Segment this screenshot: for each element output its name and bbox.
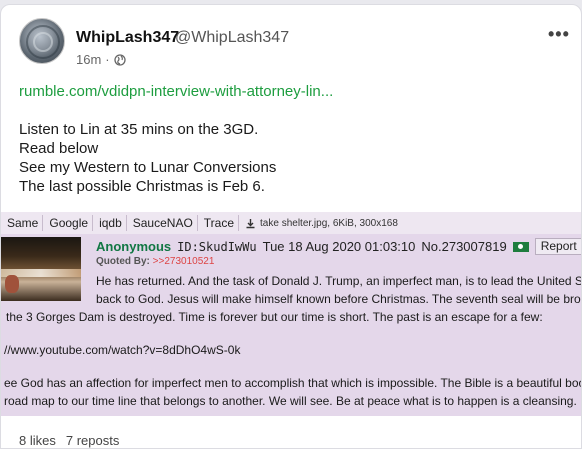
likes-count[interactable]: 8 likes bbox=[19, 433, 56, 448]
post-line: Read below bbox=[19, 140, 99, 157]
flag-icon bbox=[512, 241, 529, 252]
post-body: Listen to Lin at 35 mins on the 3GD. Rea… bbox=[19, 120, 276, 196]
quoted-by: Quoted By: >>273010521 bbox=[96, 256, 214, 267]
meta-separator: · bbox=[105, 52, 110, 67]
post-number: No.273007819 bbox=[421, 239, 507, 254]
embedded-line: //www.youtube.com/watch?v=8dDhO4wS-0k bbox=[4, 343, 241, 357]
toolbar-item-saucenao: SauceNAO bbox=[129, 215, 198, 231]
embedded-line: the 3 Gorges Dam is destroyed. Time is f… bbox=[6, 310, 543, 324]
embedded-screenshot[interactable]: Same Google iqdb SauceNAO Trace take she… bbox=[1, 212, 582, 416]
report-button: Report bbox=[534, 238, 581, 255]
post-line: Listen to Lin at 35 mins on the 3GD. bbox=[19, 121, 259, 138]
image-toolbar: Same Google iqdb SauceNAO Trace take she… bbox=[1, 212, 581, 234]
thumbnail-figure bbox=[5, 275, 19, 293]
toolbar-item-same: Same bbox=[3, 215, 44, 231]
toolbar-item-google: Google bbox=[45, 215, 94, 231]
poster-id: ID:SkudIwWu bbox=[177, 239, 257, 254]
embedded-line: road map to our time line that belongs t… bbox=[4, 394, 577, 408]
post-stats: 8 likes 7 reposts bbox=[19, 433, 119, 448]
avatar-ring-inner bbox=[33, 32, 53, 52]
toolbar-item-iqdb: iqdb bbox=[95, 215, 127, 231]
more-options-button[interactable]: ••• bbox=[548, 25, 570, 43]
embedded-line: He has returned. And the task of Donald … bbox=[96, 274, 582, 288]
file-info-text: take shelter.jpg, 6KiB, 300x168 bbox=[260, 217, 398, 229]
post-card: WhipLash347 @WhipLash347 16m · ••• rumbl… bbox=[0, 4, 582, 449]
post-line: See my Western to Lunar Conversions bbox=[19, 159, 277, 176]
download-icon bbox=[246, 218, 255, 228]
display-name[interactable]: WhipLash347 bbox=[76, 29, 179, 47]
avatar[interactable] bbox=[19, 18, 65, 64]
embedded-line: back to God. Jesus will make himself kno… bbox=[96, 292, 582, 306]
post-date: Tue 18 Aug 2020 01:03:10 bbox=[262, 239, 416, 254]
quoted-label: Quoted By: bbox=[96, 256, 150, 267]
toolbar-item-trace: Trace bbox=[200, 215, 240, 231]
reposts-count[interactable]: 7 reposts bbox=[66, 433, 119, 448]
quoted-ref: >>273010521 bbox=[152, 256, 215, 267]
globe-icon bbox=[113, 53, 126, 66]
post-link[interactable]: rumble.com/vdidpn-interview-with-attorne… bbox=[19, 83, 333, 100]
poster-name: Anonymous bbox=[96, 239, 172, 254]
embedded-line: ee God has an affection for imperfect me… bbox=[4, 376, 582, 390]
user-handle[interactable]: @WhipLash347 bbox=[175, 29, 289, 47]
post-line: The last possible Christmas is Feb 6. bbox=[19, 178, 265, 195]
timestamp[interactable]: 16m bbox=[76, 52, 101, 67]
embedded-post-header: Anonymous ID:SkudIwWu Tue 18 Aug 2020 01… bbox=[96, 238, 581, 255]
post-meta: 16m · bbox=[76, 52, 126, 67]
file-info: take shelter.jpg, 6KiB, 300x168 bbox=[245, 218, 398, 229]
post-thumbnail bbox=[1, 237, 81, 301]
